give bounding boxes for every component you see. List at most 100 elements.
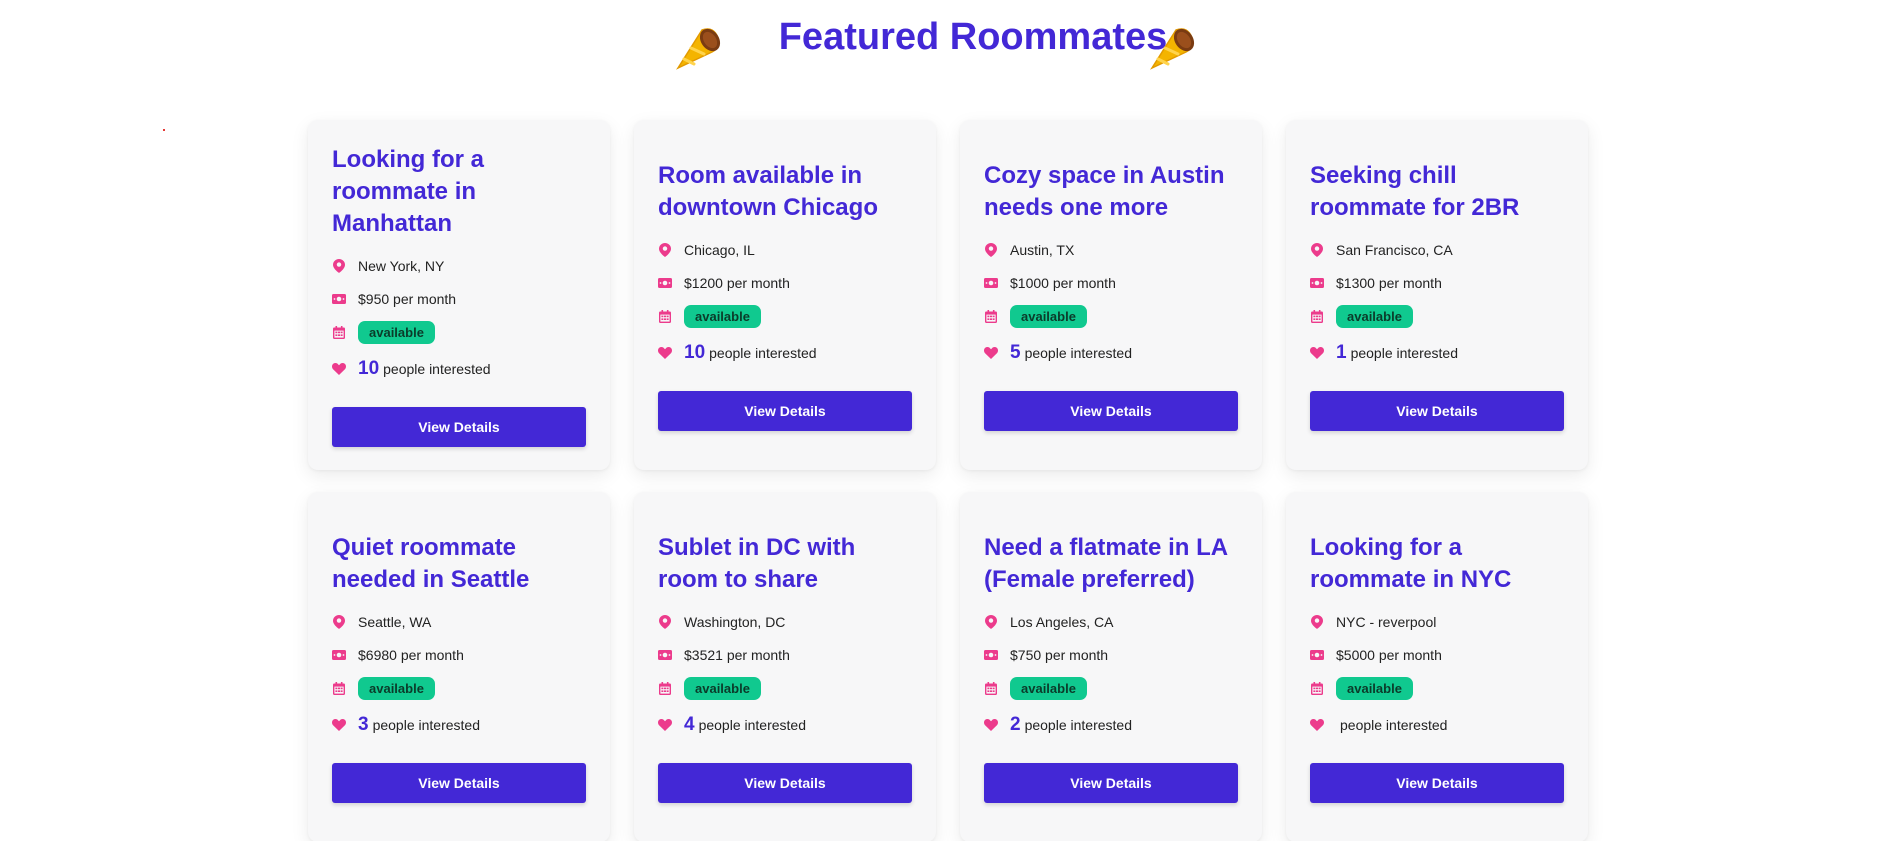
listing-price: $750 per month (1010, 647, 1109, 663)
listing-price: $1200 per month (684, 275, 790, 291)
money-bill-icon (1310, 648, 1324, 662)
interest-label: people interested (1350, 344, 1458, 361)
page: Featured Roommates Looking for a roommat… (0, 0, 1903, 841)
map-pin-icon (1310, 243, 1324, 257)
status-row: available (332, 316, 586, 349)
interest-label: people interested (698, 716, 806, 733)
status-badge: available (684, 676, 761, 700)
map-pin-icon (332, 615, 346, 629)
heart-icon (1310, 346, 1324, 360)
money-bill-icon (1310, 276, 1324, 290)
calendar-icon (658, 309, 672, 323)
listing-location: San Francisco, CA (1336, 242, 1453, 258)
price-row: $950 per month (332, 283, 586, 316)
price-row: $5000 per month (1310, 639, 1564, 672)
interest-label: people interested (709, 344, 817, 361)
calendar-icon (1310, 681, 1324, 695)
heart-icon (1310, 718, 1324, 732)
status-badge: available (1336, 676, 1413, 700)
price-row: $6980 per month (332, 639, 586, 672)
listing-card: Need a flatmate in LA (Female preferred)… (960, 492, 1262, 841)
money-bill-icon (658, 648, 672, 662)
status-row: available (984, 300, 1238, 333)
location-row: New York, NY (332, 250, 586, 283)
map-pin-icon (984, 243, 998, 257)
listing-title: Looking for a roommate in Manhattan (332, 145, 484, 237)
map-pin-icon (658, 243, 672, 257)
map-pin-icon (984, 615, 998, 629)
listing-price: $3521 per month (684, 647, 790, 663)
heart-icon (658, 346, 672, 360)
listing-card: Cozy space in Austin needs one more Aust… (960, 120, 1262, 470)
price-row: $3521 per month (658, 639, 912, 672)
listing-title: Sublet in DC with room to share (658, 533, 856, 593)
money-bill-icon (984, 648, 998, 662)
listing-price: $6980 per month (358, 647, 464, 663)
listing-title: Seeking chill roommate for 2BR (1310, 161, 1520, 221)
price-row: $750 per month (984, 639, 1238, 672)
listing-location: Seattle, WA (358, 614, 432, 630)
view-details-button[interactable]: View Details (332, 406, 586, 447)
view-details-button[interactable]: View Details (984, 762, 1238, 803)
location-row: Los Angeles, CA (984, 606, 1238, 639)
view-details-button[interactable]: View Details (658, 390, 912, 431)
listing-card: Looking for a roommate in NYC NYC - reve… (1286, 492, 1588, 841)
interest-row: 4 people interested (658, 705, 912, 745)
price-row: $1300 per month (1310, 267, 1564, 300)
calendar-icon (332, 681, 346, 695)
view-details-button[interactable]: View Details (332, 762, 586, 803)
interest-count: 3 (358, 713, 369, 735)
interest-label: people interested (1340, 716, 1448, 733)
listing-location: NYC - reverpool (1336, 614, 1437, 630)
listing-card: Looking for a roommate in Manhattan New … (308, 120, 610, 470)
interest-row: people interested (1310, 705, 1564, 745)
interest-row: 2 people interested (984, 705, 1238, 745)
heart-icon (984, 346, 998, 360)
listing-location: New York, NY (358, 258, 445, 274)
listing-title: Quiet roommate needed in Seattle (332, 533, 530, 593)
calendar-icon (332, 325, 346, 339)
party-horn-icon (1149, 28, 1195, 70)
status-row: available (984, 672, 1238, 705)
listing-location: Washington, DC (684, 614, 786, 630)
map-pin-icon (658, 615, 672, 629)
page-header: Featured Roommates (0, 8, 1903, 78)
stray-dot (163, 129, 165, 131)
listing-title: Room available in downtown Chicago (658, 161, 878, 221)
calendar-icon (984, 681, 998, 695)
listing-location: Austin, TX (1010, 242, 1075, 258)
page-title: Featured Roommates (778, 16, 1168, 58)
location-row: Seattle, WA (332, 606, 586, 639)
listing-price: $5000 per month (1336, 647, 1442, 663)
listing-card: Quiet roommate needed in Seattle Seattle… (308, 492, 610, 841)
listing-location: Chicago, IL (684, 242, 755, 258)
calendar-icon (984, 309, 998, 323)
interest-row: 10 people interested (658, 333, 912, 373)
money-bill-icon (332, 648, 346, 662)
price-row: $1200 per month (658, 267, 912, 300)
status-row: available (658, 300, 912, 333)
listing-price: $950 per month (358, 291, 457, 307)
listing-card: Room available in downtown Chicago Chica… (634, 120, 936, 470)
interest-count: 2 (1010, 713, 1021, 735)
listing-title: Looking for a roommate in NYC (1310, 533, 1512, 593)
heart-icon (658, 718, 672, 732)
heart-icon (332, 362, 346, 376)
listing-grid: Looking for a roommate in Manhattan New … (308, 120, 1598, 841)
listing-card: Seeking chill roommate for 2BR San Franc… (1286, 120, 1588, 470)
interest-count: 5 (1010, 341, 1021, 363)
view-details-button[interactable]: View Details (1310, 762, 1564, 803)
money-bill-icon (332, 292, 346, 306)
listing-price: $1000 per month (1010, 275, 1116, 291)
view-details-button[interactable]: View Details (1310, 390, 1564, 431)
view-details-button[interactable]: View Details (658, 762, 912, 803)
view-details-button[interactable]: View Details (984, 390, 1238, 431)
map-pin-icon (332, 259, 346, 273)
listing-location: Los Angeles, CA (1010, 614, 1114, 630)
status-row: available (1310, 672, 1564, 705)
heart-icon (984, 718, 998, 732)
money-bill-icon (658, 276, 672, 290)
heart-icon (332, 718, 346, 732)
interest-label: people interested (1024, 344, 1132, 361)
listing-title: Cozy space in Austin needs one more (984, 161, 1225, 221)
